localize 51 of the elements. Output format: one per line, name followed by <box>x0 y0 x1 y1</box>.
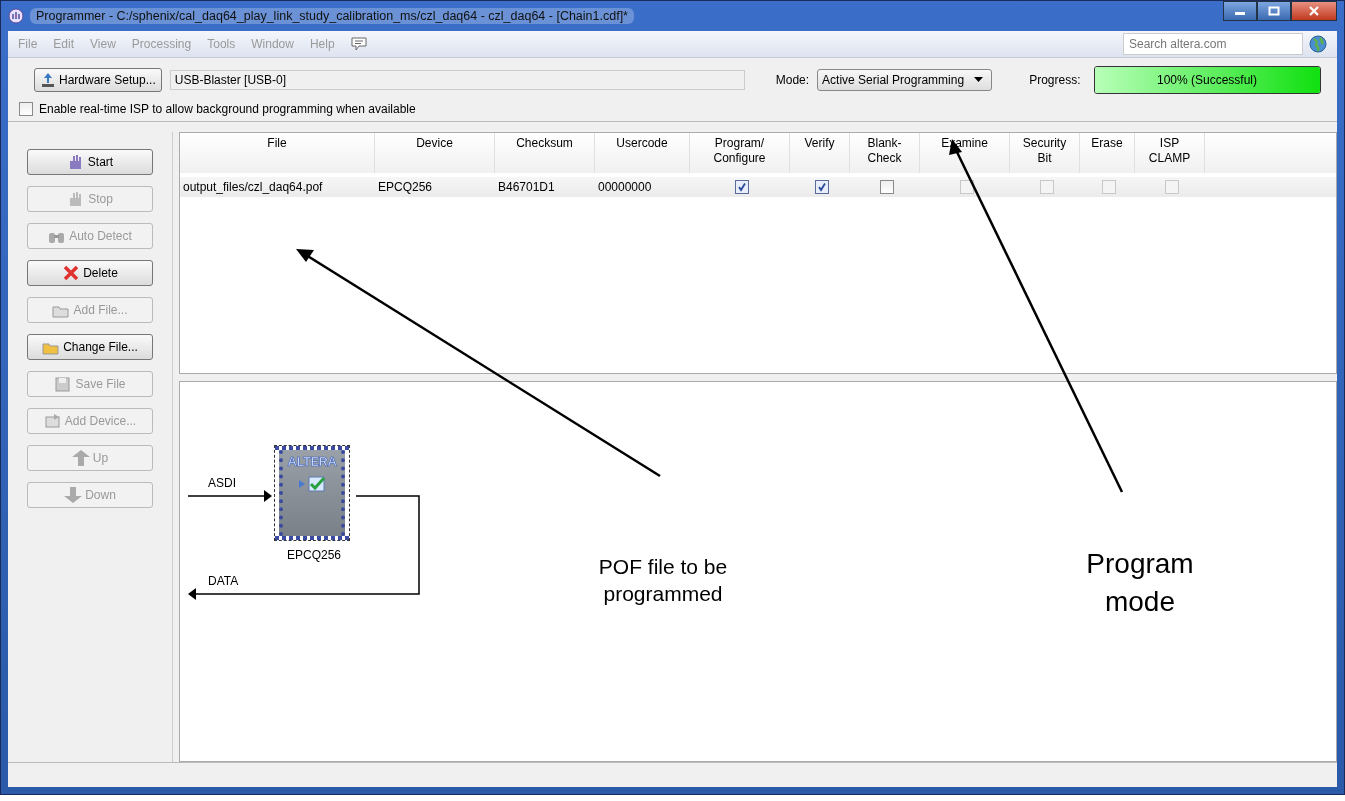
column-header[interactable]: Erase <box>1080 133 1135 173</box>
sidebar-button[interactable]: Start <box>27 149 153 175</box>
signal-label: DATA <box>208 574 239 588</box>
hardware-field: USB-Blaster [USB-0] <box>169 70 745 90</box>
upload-arrow-icon <box>40 72 56 88</box>
chip-label: EPCQ256 <box>287 548 342 562</box>
column-header[interactable]: Blank- Check <box>850 133 920 173</box>
annotation-text: POF file to be programmed <box>597 554 729 607</box>
window-title: Programmer - C:/sphenix/cal_daq64_play_link_study_calibration_ms/czl_daq64 - czl_daq64 - [Chain1.cdf]* <box>30 8 634 24</box>
maximize-button[interactable] <box>1257 1 1291 21</box>
column-header[interactable]: Device <box>375 133 495 173</box>
table-cell: EPCQ256 <box>378 180 433 194</box>
speech-bubble-icon[interactable] <box>350 37 367 51</box>
cross-icon <box>62 265 81 281</box>
column-header[interactable]: ISP CLAMP <box>1135 133 1205 173</box>
down-arrow-icon <box>64 487 83 503</box>
table-cell: B46701D1 <box>498 180 555 194</box>
hardware-setup-button[interactable]: Hardware Setup... <box>34 68 162 92</box>
checkbox[interactable] <box>19 102 33 116</box>
sidebar-button[interactable]: Change File... <box>27 334 153 360</box>
checkbox[interactable] <box>814 180 829 194</box>
column-header[interactable]: Checksum <box>495 133 595 173</box>
column-header[interactable]: File <box>180 133 375 173</box>
column-header[interactable]: Security Bit <box>1010 133 1080 173</box>
progress-label: Progress: <box>1029 73 1081 87</box>
up-arrow-icon <box>71 450 90 466</box>
checkbox[interactable] <box>734 180 749 194</box>
column-header[interactable]: Usercode <box>595 133 690 173</box>
app-icon <box>8 8 24 24</box>
check-icon <box>297 475 327 493</box>
mode-dropdown[interactable]: Active Serial Programming <box>817 69 993 91</box>
caret-icon <box>974 77 984 83</box>
search-field[interactable]: Search altera.com <box>1123 33 1303 55</box>
checkbox[interactable] <box>879 180 894 194</box>
checkbox-label: Enable real-time ISP to allow background programming when available <box>39 102 416 116</box>
column-header[interactable]: Program/ Configure <box>690 133 790 173</box>
floppy-icon <box>54 376 73 392</box>
column-header[interactable]: Verify <box>790 133 850 173</box>
globe-icon[interactable] <box>1309 35 1327 53</box>
mode-label: Mode: <box>775 73 810 87</box>
progress-text: 100% (Successful) <box>1155 72 1258 89</box>
chip-logo: ALTERA <box>287 454 337 469</box>
sidebar-button[interactable]: Delete <box>27 260 153 286</box>
minimize-button[interactable] <box>1223 1 1257 21</box>
close-icon <box>1308 6 1320 16</box>
maximize-icon <box>1268 6 1280 16</box>
close-button[interactable] <box>1291 1 1337 21</box>
annotation-text: Program mode <box>1085 547 1195 619</box>
table-cell: output_files/czl_daq64.pof <box>183 180 323 194</box>
table-cell: 00000000 <box>598 180 652 194</box>
signal-label: ASDI <box>208 476 236 490</box>
